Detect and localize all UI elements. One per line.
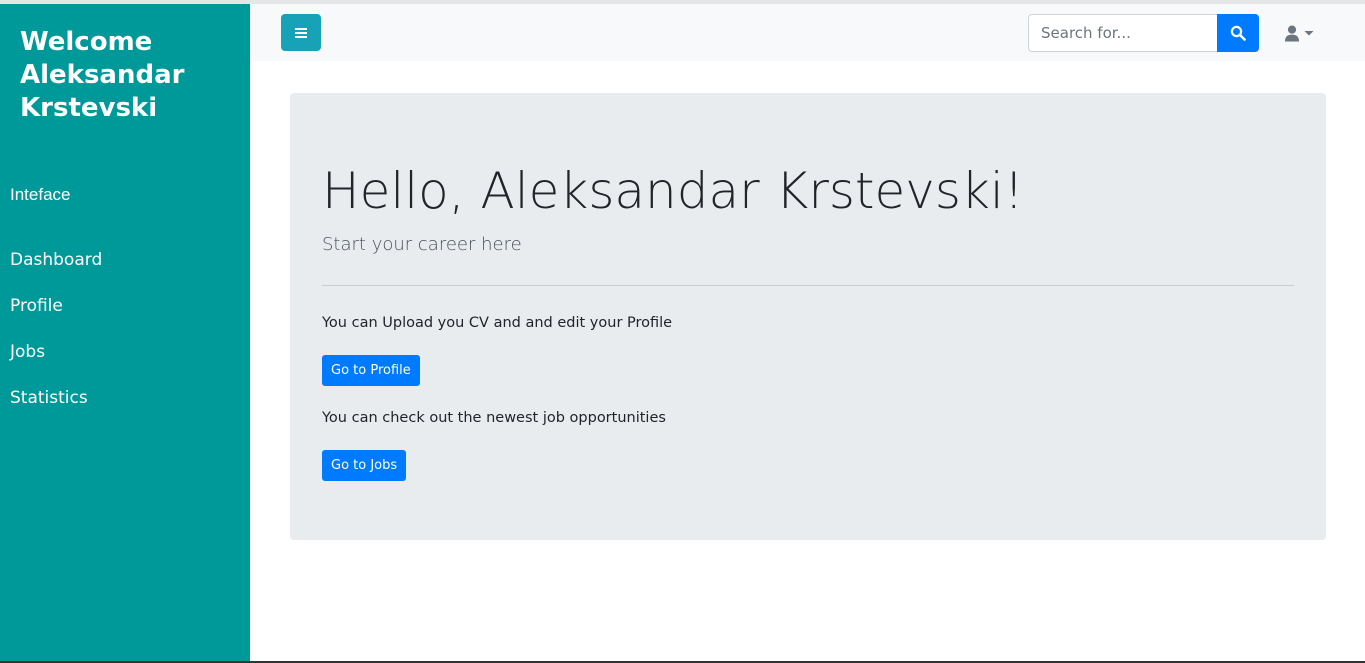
user-icon [1285,25,1299,41]
welcome-jumbotron: Hello, Aleksandar Krstevski! Start your … [290,93,1326,540]
sidebar: Welcome Aleksandar Krstevski Inteface Da… [0,4,250,661]
jobs-description: You can check out the newest job opportu… [322,410,666,426]
sidebar-section-label: Inteface [10,185,71,204]
page-title: Hello, Aleksandar Krstevski! [322,162,1024,220]
sidebar-item-profile[interactable]: Profile [10,296,63,316]
page: Welcome Aleksandar Krstevski Inteface Da… [0,0,1365,663]
topbar [250,4,1365,61]
search-button[interactable] [1217,14,1259,52]
user-menu-dropdown[interactable] [1284,22,1318,44]
sidebar-item-statistics[interactable]: Statistics [10,388,88,408]
go-to-jobs-button[interactable]: Go to Jobs [322,450,407,481]
hamburger-icon [295,27,307,38]
lead-text: Start your career here [322,234,522,255]
divider [322,285,1294,286]
search-icon [1230,25,1246,41]
sidebar-toggle-button[interactable] [281,14,321,51]
go-to-profile-button[interactable]: Go to Profile [322,355,420,386]
search-input[interactable] [1028,14,1217,52]
profile-description: You can Upload you CV and and edit your … [322,315,673,331]
sidebar-item-jobs[interactable]: Jobs [10,342,45,362]
caret-down-icon [1304,31,1314,36]
sidebar-title: Welcome Aleksandar Krstevski [20,27,185,123]
sidebar-item-dashboard[interactable]: Dashboard [10,250,102,270]
